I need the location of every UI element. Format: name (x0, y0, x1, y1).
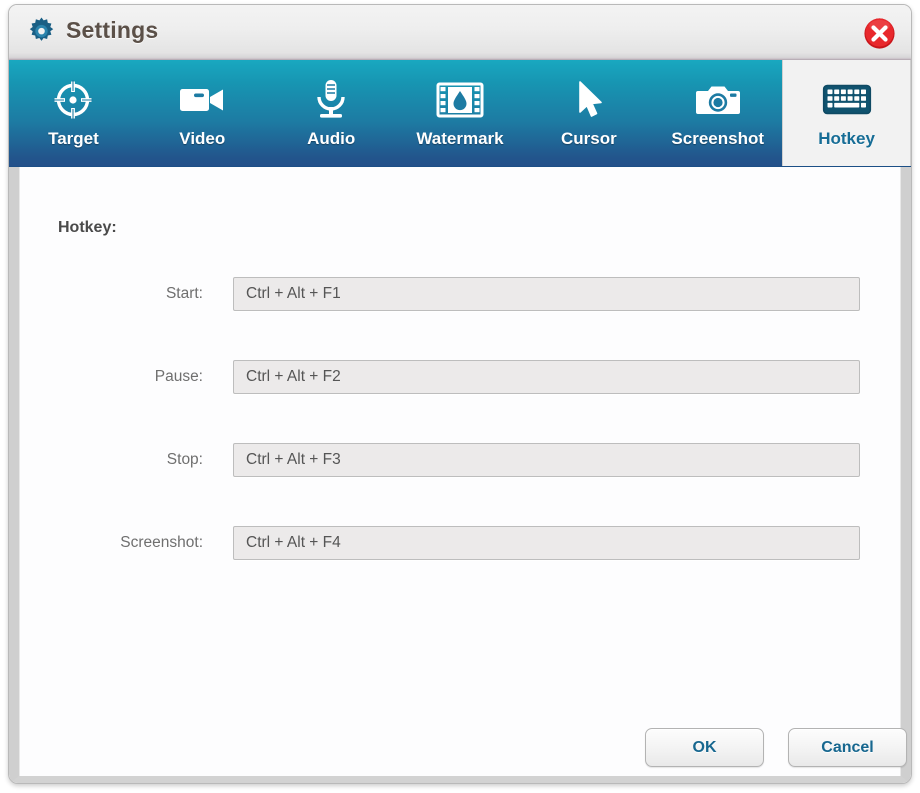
tab-label: Video (179, 129, 226, 148)
tab-label: Hotkey (818, 129, 875, 148)
tab-label: Audio (307, 129, 356, 148)
hotkey-input-stop[interactable]: Ctrl + Alt + F3 (233, 443, 860, 477)
hotkey-label-stop: Stop: (166, 451, 203, 468)
hotkey-panel: Hotkey: Start: Ctrl + Alt + F1 Pause: Ct… (9, 167, 911, 783)
settings-dialog: Settings Target Video Audio Watermark Cu… (8, 4, 912, 784)
video-camera-icon (178, 77, 226, 123)
microphone-icon (313, 77, 349, 123)
tab-video[interactable]: Video (138, 60, 267, 166)
tab-target[interactable]: Target (9, 60, 138, 166)
tab-hotkey[interactable]: Hotkey (782, 60, 911, 166)
tab-audio[interactable]: Audio (267, 60, 396, 166)
tab-label: Cursor (561, 129, 617, 148)
cancel-button[interactable]: Cancel (788, 728, 907, 767)
hotkey-label-start: Start: (165, 285, 203, 302)
hotkey-row-pause: Pause: Ctrl + Alt + F2 (20, 360, 900, 394)
ok-button[interactable]: OK (645, 728, 764, 767)
tab-cursor[interactable]: Cursor (524, 60, 653, 166)
hotkey-row-stop: Stop: Ctrl + Alt + F3 (20, 443, 900, 477)
cursor-arrow-icon (573, 77, 605, 123)
hotkey-row-start: Start: Ctrl + Alt + F1 (20, 277, 900, 311)
hotkey-input-start[interactable]: Ctrl + Alt + F1 (233, 277, 860, 311)
hotkey-input-screenshot[interactable]: Ctrl + Alt + F4 (233, 526, 860, 560)
settings-tab-bar: Target Video Audio Watermark Cursor Scre… (9, 60, 911, 167)
tab-label: Target (48, 129, 99, 148)
hotkey-label-screenshot: Screenshot: (120, 534, 203, 551)
hotkey-input-pause[interactable]: Ctrl + Alt + F2 (233, 360, 860, 394)
hotkey-label-pause: Pause: (154, 368, 203, 385)
title-bar: Settings (9, 5, 911, 60)
tab-watermark[interactable]: Watermark (396, 60, 525, 166)
tab-screenshot[interactable]: Screenshot (653, 60, 782, 166)
watermark-icon (436, 77, 484, 123)
section-title: Hotkey: (58, 219, 117, 236)
camera-icon (695, 77, 741, 123)
keyboard-icon (822, 77, 872, 123)
close-icon[interactable] (862, 16, 897, 51)
target-icon (51, 77, 95, 123)
hotkey-panel-inner: Hotkey: Start: Ctrl + Alt + F1 Pause: Ct… (19, 167, 907, 776)
tab-label: Watermark (416, 129, 504, 148)
hotkey-row-screenshot: Screenshot: Ctrl + Alt + F4 (20, 526, 900, 560)
gear-icon (26, 16, 57, 47)
tab-label: Screenshot (671, 129, 765, 148)
page-title: Settings (66, 17, 159, 43)
